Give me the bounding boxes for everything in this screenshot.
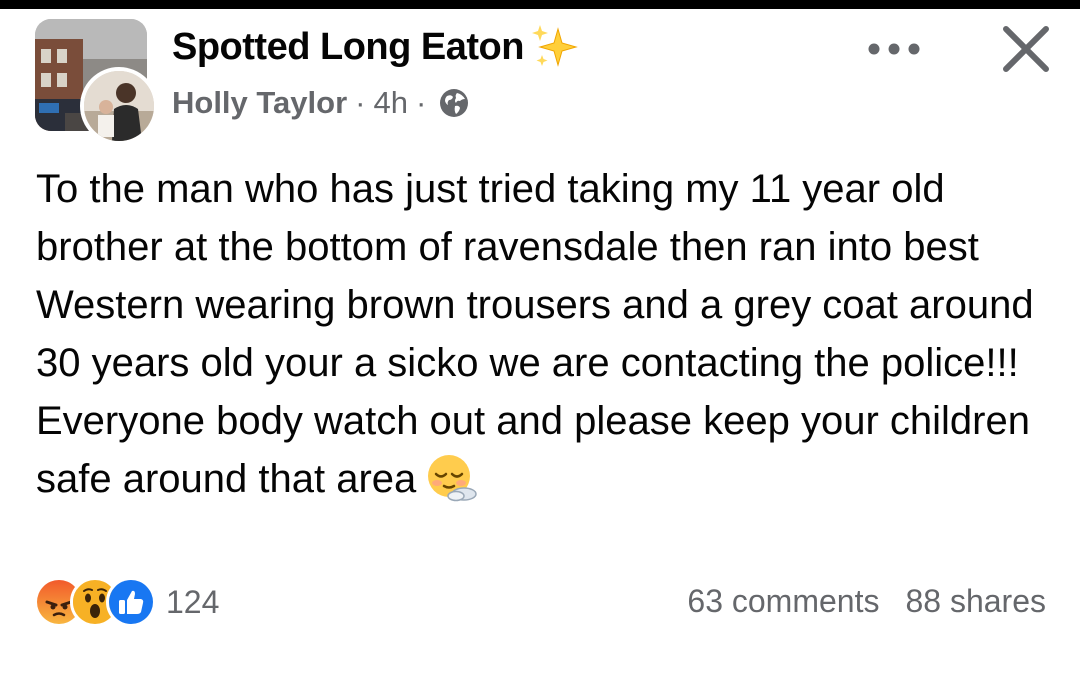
relieved-face-emoji (428, 455, 478, 502)
group-name[interactable]: Spotted Long Eaton (172, 26, 524, 69)
post-body-text: To the man who has just tried taking my … (36, 167, 1034, 501)
globe-icon (440, 89, 469, 117)
author-avatar[interactable] (80, 67, 158, 145)
close-icon (1003, 26, 1049, 72)
like-reaction-icon (106, 577, 156, 627)
post-time[interactable]: 4h (373, 85, 407, 121)
close-button[interactable] (996, 19, 1056, 79)
post-header: Spotted Long Eaton Holly Taylor · 4h · (0, 9, 1080, 149)
post-body: To the man who has just tried taking my … (36, 160, 1046, 508)
more-options-icon (868, 43, 920, 55)
more-options-button[interactable] (858, 31, 930, 67)
author-name[interactable]: Holly Taylor (172, 85, 347, 121)
reaction-count: 124 (166, 583, 220, 620)
post-meta: Holly Taylor · 4h · (172, 85, 470, 121)
comments-count-link[interactable]: 63 comments (687, 583, 879, 620)
meta-separator: · (415, 85, 427, 120)
status-bar-edge (0, 0, 1080, 9)
engagement-stats: 63 comments 88 shares (687, 583, 1046, 620)
sparkles-icon (531, 25, 578, 67)
group-name-row: Spotted Long Eaton (172, 23, 580, 71)
shares-count-link[interactable]: 88 shares (905, 583, 1046, 620)
meta-separator: · (355, 85, 366, 120)
post-footer: 124 63 comments 88 shares (34, 575, 1046, 635)
reactions-summary[interactable]: 124 (34, 577, 219, 627)
